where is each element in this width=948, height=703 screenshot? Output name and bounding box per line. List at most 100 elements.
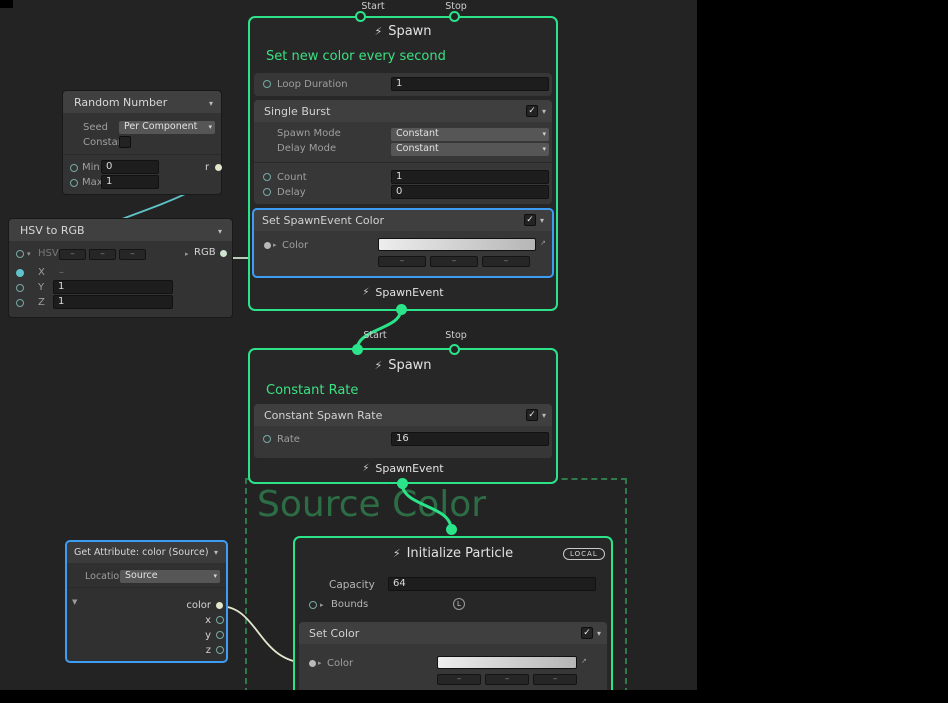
- chevron-down-icon: ▾: [542, 128, 546, 141]
- initialize-input-anchor[interactable]: [446, 524, 457, 535]
- delay-field[interactable]: 0: [391, 185, 549, 199]
- y-output-port[interactable]: [216, 631, 224, 639]
- context-title-text: Initialize Particle: [407, 546, 514, 561]
- enabled-checkbox[interactable]: ✓: [581, 627, 593, 639]
- random-number-node[interactable]: Random Number ▾ Seed Per Component ▾ Con…: [62, 90, 222, 195]
- x-output-port[interactable]: [216, 616, 224, 624]
- seed-dropdown[interactable]: Per Component ▾: [119, 121, 215, 134]
- context-note[interactable]: Set new color every second: [266, 49, 446, 64]
- vfx-graph-canvas[interactable]: Source Color Random Number ▾ Seed Per Co…: [0, 0, 948, 703]
- capacity-label: Capacity: [329, 579, 375, 591]
- y-field[interactable]: 1: [53, 280, 173, 294]
- hsv-sub-field[interactable]: –: [59, 249, 86, 260]
- chevron-down-icon[interactable]: ▾: [209, 99, 213, 108]
- loop-duration-block[interactable]: Loop Duration 1: [254, 73, 552, 96]
- color-sub-field[interactable]: –: [430, 256, 478, 267]
- block-header[interactable]: Set SpawnEvent Color ✓ ▾: [254, 210, 552, 231]
- triangle-right-icon[interactable]: ▸: [185, 250, 189, 259]
- node-header[interactable]: Random Number ▾: [63, 91, 221, 113]
- rate-port[interactable]: [263, 435, 271, 443]
- enabled-checkbox[interactable]: ✓: [524, 214, 536, 226]
- rgb-output-port[interactable]: [220, 250, 227, 257]
- spawn-mode-dropdown[interactable]: Constant ▾: [391, 128, 549, 141]
- triangle-down-icon[interactable]: ▾: [27, 250, 31, 259]
- triangle-right-icon[interactable]: ▸: [320, 601, 324, 610]
- context-note[interactable]: Constant Rate: [266, 383, 358, 398]
- hsv-port[interactable]: [16, 250, 24, 258]
- group-title: Source Color: [257, 484, 486, 525]
- delay-mode-dropdown[interactable]: Constant ▾: [391, 143, 549, 156]
- spawnevent-output-anchor[interactable]: [397, 478, 408, 489]
- color-output-port[interactable]: [216, 602, 223, 609]
- capacity-field[interactable]: 64: [388, 577, 596, 591]
- hsv-to-rgb-node[interactable]: HSV to RGB ▾ ▾ HSV – – – ▸ RGB X – Y 1 Z…: [8, 218, 233, 318]
- count-field[interactable]: 1: [391, 170, 549, 184]
- enabled-checkbox[interactable]: ✓: [526, 409, 538, 421]
- color-sub-field[interactable]: –: [437, 674, 481, 685]
- spawnevent-output-anchor[interactable]: [396, 304, 407, 315]
- chevron-down-icon[interactable]: ▾: [214, 548, 218, 557]
- constant-checkbox[interactable]: [119, 136, 131, 148]
- set-spawnevent-color-block[interactable]: Set SpawnEvent Color ✓ ▾ ▸ Color ↗ – – –: [252, 208, 554, 278]
- loop-duration-field[interactable]: 1: [391, 77, 549, 91]
- start-flow-anchor[interactable]: [352, 344, 363, 355]
- start-flow-anchor[interactable]: [355, 11, 366, 22]
- chevron-down-icon[interactable]: ▾: [540, 216, 544, 225]
- r-output-port[interactable]: [215, 164, 222, 171]
- color-sub-field[interactable]: –: [482, 256, 530, 267]
- triangle-right-icon: ▸: [318, 659, 322, 668]
- color-sub-field[interactable]: –: [485, 674, 529, 685]
- chevron-down-icon[interactable]: ▾: [218, 227, 222, 236]
- spawn-context-2[interactable]: ⚡ Spawn Constant Rate Constant Spawn Rat…: [248, 348, 558, 484]
- color-sub-field[interactable]: –: [533, 674, 577, 685]
- color-picker-icon[interactable]: ↗: [540, 239, 546, 248]
- min-field[interactable]: 0: [101, 160, 159, 174]
- color-gradient-field[interactable]: [437, 656, 577, 669]
- spawn-context-1[interactable]: ⚡ Spawn Set new color every second Loop …: [248, 16, 558, 311]
- z-output-label: z: [187, 645, 211, 656]
- node-title: HSV to RGB: [20, 224, 85, 237]
- initialize-particle-context[interactable]: ⚡ Initialize Particle LOCAL Capacity 64 …: [293, 536, 613, 703]
- context-footer: ⚡ SpawnEvent: [250, 286, 556, 299]
- stop-flow-anchor[interactable]: [449, 11, 460, 22]
- chevron-down-icon[interactable]: ▾: [542, 107, 546, 116]
- block-header[interactable]: Constant Spawn Rate ✓ ▾: [254, 404, 552, 426]
- local-badge[interactable]: LOCAL: [563, 548, 605, 560]
- delay-port[interactable]: [263, 188, 271, 196]
- rate-field[interactable]: 16: [391, 432, 549, 446]
- block-header[interactable]: Single Burst ✓ ▾: [254, 100, 552, 122]
- x-port[interactable]: [16, 269, 24, 277]
- min-port[interactable]: [70, 164, 78, 172]
- triangle-down-icon[interactable]: ▼: [72, 598, 77, 607]
- z-output-port[interactable]: [216, 646, 224, 654]
- rate-label: Rate: [277, 434, 300, 445]
- bounds-port[interactable]: [309, 601, 317, 609]
- color-sub-field[interactable]: –: [378, 256, 426, 267]
- location-dropdown[interactable]: Source ▾: [120, 570, 220, 583]
- constant-spawn-rate-block[interactable]: Constant Spawn Rate ✓ ▾ Rate 16: [254, 404, 552, 458]
- stop-flow-anchor[interactable]: [449, 344, 460, 355]
- node-header[interactable]: HSV to RGB ▾: [9, 219, 232, 241]
- z-port[interactable]: [16, 299, 24, 307]
- max-port[interactable]: [70, 179, 78, 187]
- node-header[interactable]: Get Attribute: color (Source) ▾: [67, 542, 226, 563]
- hsv-sub-field[interactable]: –: [119, 249, 146, 260]
- z-field[interactable]: 1: [53, 295, 173, 309]
- y-port[interactable]: [16, 284, 24, 292]
- chevron-down-icon: ▾: [208, 121, 212, 134]
- local-bounds-icon[interactable]: L: [453, 598, 465, 610]
- single-burst-block[interactable]: Single Burst ✓ ▾ Spawn Mode Constant ▾ D…: [254, 100, 552, 204]
- chevron-down-icon[interactable]: ▾: [597, 629, 601, 638]
- count-port[interactable]: [263, 173, 271, 181]
- enabled-checkbox[interactable]: ✓: [526, 105, 538, 117]
- color-port[interactable]: [309, 660, 316, 667]
- block-header[interactable]: Set Color ✓ ▾: [299, 622, 607, 644]
- get-attribute-node[interactable]: Get Attribute: color (Source) ▾ Location…: [65, 540, 228, 663]
- max-field[interactable]: 1: [101, 175, 159, 189]
- color-picker-icon[interactable]: ↗: [581, 657, 587, 666]
- hsv-sub-field[interactable]: –: [89, 249, 116, 260]
- loop-duration-port[interactable]: [263, 80, 271, 88]
- color-port[interactable]: [264, 242, 271, 249]
- chevron-down-icon[interactable]: ▾: [542, 411, 546, 420]
- color-gradient-field[interactable]: [378, 238, 536, 251]
